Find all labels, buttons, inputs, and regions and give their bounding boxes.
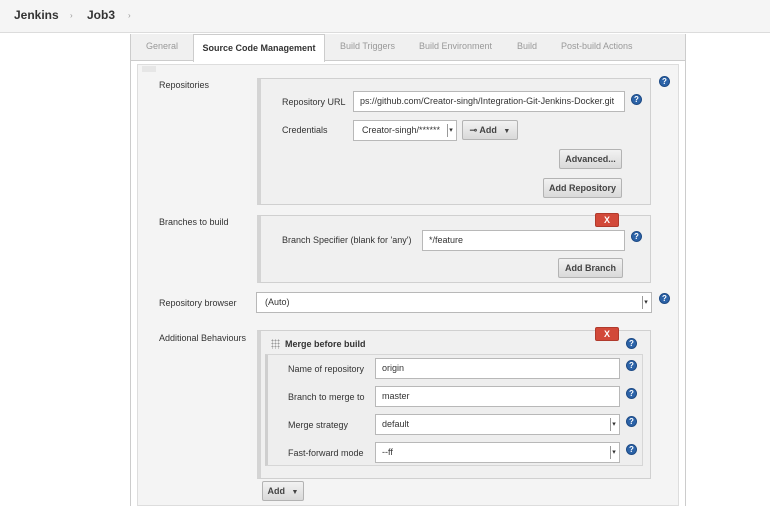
chevron-down-icon: [610, 446, 617, 459]
branch-specifier-label: Branch Specifier (blank for 'any'): [282, 235, 412, 245]
add-repository-button[interactable]: Add Repository: [543, 178, 622, 198]
ff-mode-select[interactable]: --ff: [375, 442, 620, 463]
merge-branch-input[interactable]: master: [375, 386, 620, 407]
tab-build-environment[interactable]: Build Environment: [419, 41, 492, 51]
merge-branch-label: Branch to merge to: [288, 392, 365, 402]
tab-post-build-actions[interactable]: Post-build Actions: [561, 41, 633, 51]
help-icon[interactable]: ?: [626, 416, 637, 427]
repository-url-input[interactable]: ps://github.com/Creator-singh/Integratio…: [353, 91, 625, 112]
tab-general[interactable]: General: [146, 41, 178, 51]
add-credentials-label: Add: [479, 125, 497, 135]
advanced-button[interactable]: Advanced...: [559, 149, 622, 169]
add-behaviour-label: Add: [267, 486, 286, 496]
additional-behaviours-label: Additional Behaviours: [159, 333, 247, 343]
tab-build[interactable]: Build: [517, 41, 537, 51]
branches-label: Branches to build: [159, 217, 229, 227]
breadcrumb-jenkins[interactable]: Jenkins: [14, 8, 59, 22]
credentials-label: Credentials: [282, 125, 328, 135]
drag-handle-icon[interactable]: [271, 339, 280, 349]
add-behaviour-button[interactable]: Add ▼: [262, 481, 304, 501]
breadcrumb-separator-icon: ›: [128, 11, 131, 20]
delete-merge-button[interactable]: X: [595, 327, 619, 341]
repositories-label: Repositories: [159, 80, 210, 90]
chevron-down-icon: [447, 124, 454, 137]
merge-strategy-label: Merge strategy: [288, 420, 349, 430]
repository-browser-label: Repository browser: [159, 298, 237, 308]
help-icon[interactable]: ?: [631, 94, 642, 105]
merge-strategy-value: default: [382, 419, 410, 429]
add-branch-button[interactable]: Add Branch: [558, 258, 623, 278]
merge-title: Merge before build: [285, 339, 366, 349]
repo-name-label: Name of repository: [288, 364, 365, 374]
chevron-down-icon: ▼: [503, 128, 511, 135]
help-icon[interactable]: ?: [626, 360, 637, 371]
repository-browser-value: (Auto): [265, 297, 290, 307]
credentials-select[interactable]: Creator-singh/******: [353, 120, 457, 141]
credentials-value: Creator-singh/******: [362, 125, 441, 135]
repository-url-label: Repository URL: [282, 97, 346, 107]
repo-name-input[interactable]: origin: [375, 358, 620, 379]
tab-build-triggers[interactable]: Build Triggers: [340, 41, 395, 51]
chevron-down-icon: [610, 418, 617, 431]
repository-browser-select[interactable]: (Auto): [256, 292, 652, 313]
add-credentials-button[interactable]: ⊸ Add ▼: [462, 120, 518, 140]
breadcrumb: Jenkins › Job3 ›: [0, 0, 770, 33]
ff-mode-label: Fast-forward mode: [288, 448, 364, 458]
key-icon: ⊸: [469, 125, 478, 135]
tab-source-code-management[interactable]: Source Code Management: [193, 34, 325, 62]
help-icon[interactable]: ?: [626, 444, 637, 455]
branch-specifier-input[interactable]: */feature: [422, 230, 625, 251]
help-icon[interactable]: ?: [626, 338, 637, 349]
section-grip: [142, 66, 156, 72]
help-icon[interactable]: ?: [626, 388, 637, 399]
breadcrumb-separator-icon: ›: [70, 11, 73, 20]
chevron-down-icon: [642, 296, 649, 309]
help-icon[interactable]: ?: [631, 231, 642, 242]
delete-branch-button[interactable]: X: [595, 213, 619, 227]
ff-mode-value: --ff: [382, 447, 393, 457]
chevron-down-icon: ▼: [291, 489, 299, 496]
help-icon[interactable]: ?: [659, 76, 670, 87]
help-icon[interactable]: ?: [659, 293, 670, 304]
merge-strategy-select[interactable]: default: [375, 414, 620, 435]
breadcrumb-job3[interactable]: Job3: [87, 8, 115, 22]
